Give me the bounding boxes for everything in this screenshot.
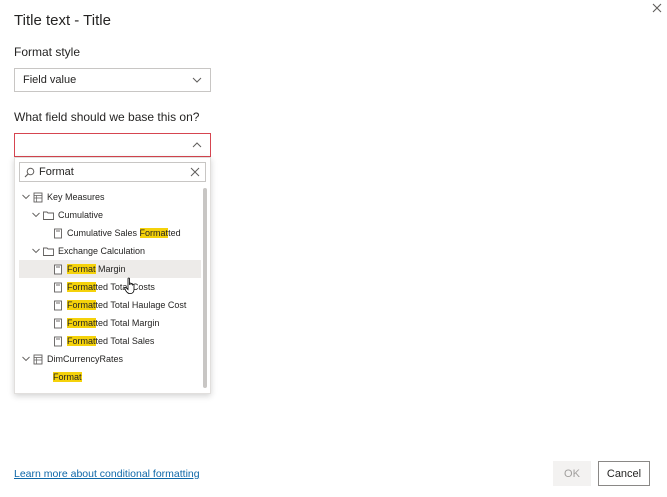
chevron-down-icon bbox=[192, 77, 202, 83]
measure-icon bbox=[54, 318, 62, 328]
search-match-highlight: Format bbox=[67, 282, 96, 292]
dropdown-scrollbar[interactable] bbox=[203, 188, 207, 388]
tree-item-text: Exchange Calculation bbox=[58, 246, 146, 256]
field-select[interactable] bbox=[14, 133, 211, 157]
hand-cursor-icon bbox=[124, 277, 135, 294]
tree-item-text: ted Total Sales bbox=[95, 336, 155, 346]
field-question-label: What field should we base this on? bbox=[14, 110, 200, 124]
measure-icon bbox=[54, 228, 62, 238]
tree-item[interactable]: Key Measures bbox=[21, 188, 105, 206]
search-match-highlight: Format bbox=[67, 318, 96, 328]
tree-item[interactable]: Formatted Total Sales bbox=[53, 332, 154, 350]
tree-item[interactable]: Formatted Total Costs bbox=[53, 278, 155, 296]
tree-item-label: Formatted Total Margin bbox=[67, 318, 159, 328]
chevron-down-icon[interactable] bbox=[31, 246, 41, 256]
chevron-up-icon bbox=[192, 142, 202, 148]
tree-item[interactable]: Exchange Calculation bbox=[31, 242, 145, 260]
close-button[interactable] bbox=[648, 0, 666, 18]
tree-item[interactable]: Cumulative bbox=[31, 206, 103, 224]
search-match-highlight: Format bbox=[67, 336, 96, 346]
ok-button[interactable]: OK bbox=[553, 461, 591, 486]
measure-icon bbox=[54, 282, 62, 292]
tree-item-text: DimCurrencyRates bbox=[47, 354, 124, 364]
tree-item-label: Cumulative Sales Formatted bbox=[67, 228, 181, 238]
cancel-button[interactable]: Cancel bbox=[598, 461, 650, 486]
close-icon bbox=[652, 3, 662, 13]
learn-more-link[interactable]: Learn more about conditional formatting bbox=[14, 468, 200, 480]
tree-item[interactable]: Cumulative Sales Formatted bbox=[53, 224, 181, 242]
chevron-down-icon[interactable] bbox=[31, 210, 41, 220]
chevron-down-icon[interactable] bbox=[21, 354, 31, 364]
folder-icon bbox=[43, 247, 54, 256]
tree-item-text: Margin bbox=[95, 264, 126, 274]
measure-icon bbox=[54, 300, 62, 310]
tree-item-label: Cumulative bbox=[58, 210, 103, 220]
format-style-select[interactable]: Field value bbox=[14, 68, 211, 92]
search-match-highlight: Format bbox=[67, 264, 96, 274]
tree-item-label: Formatted Total Sales bbox=[67, 336, 154, 346]
folder-icon bbox=[43, 211, 54, 220]
search-icon bbox=[24, 167, 35, 177]
tree-item-text: Cumulative bbox=[58, 210, 104, 220]
tree-item-label: Exchange Calculation bbox=[58, 246, 145, 256]
tree-item[interactable]: DimCurrencyRates bbox=[21, 350, 123, 368]
tree-item-text: ted bbox=[168, 228, 181, 238]
tree-item[interactable]: Formatted Total Margin bbox=[53, 314, 159, 332]
tree-item-text: Cumulative Sales bbox=[67, 228, 140, 238]
table-icon bbox=[33, 192, 43, 202]
tree-item-label: Formatted Total Haulage Cost bbox=[67, 300, 186, 310]
tree-item-label: Key Measures bbox=[47, 192, 105, 202]
tree-item[interactable]: Format bbox=[53, 368, 82, 386]
tree-item-text: ted Total Haulage Cost bbox=[95, 300, 187, 310]
format-style-value: Field value bbox=[23, 74, 77, 86]
tree-item-label: Format bbox=[53, 372, 82, 382]
field-dropdown: Key Measures Cumulative Cumulative Sales F… bbox=[14, 157, 211, 394]
chevron-down-icon[interactable] bbox=[21, 192, 31, 202]
search-match-highlight: Format bbox=[67, 300, 96, 310]
table-icon bbox=[33, 354, 43, 364]
tree-item-text: Key Measures bbox=[47, 192, 105, 202]
tree-item[interactable]: Formatted Total Haulage Cost bbox=[53, 296, 186, 314]
dialog-title: Title text - Title bbox=[14, 12, 111, 29]
format-style-label: Format style bbox=[14, 45, 81, 59]
search-match-highlight: Format bbox=[53, 372, 82, 382]
tree-item-label: Format Margin bbox=[67, 264, 126, 274]
measure-icon bbox=[54, 336, 62, 346]
tree-item[interactable]: Format Margin bbox=[19, 260, 201, 278]
search-match-highlight: Format bbox=[139, 228, 169, 238]
tree-item-label: DimCurrencyRates bbox=[47, 354, 123, 364]
clear-search-icon[interactable] bbox=[189, 166, 201, 178]
field-search-box[interactable] bbox=[19, 162, 206, 182]
measure-icon bbox=[54, 264, 62, 274]
field-search-input[interactable] bbox=[39, 166, 189, 178]
tree-item-text: ted Total Margin bbox=[95, 318, 160, 328]
tree-item-label: Formatted Total Costs bbox=[67, 282, 155, 292]
